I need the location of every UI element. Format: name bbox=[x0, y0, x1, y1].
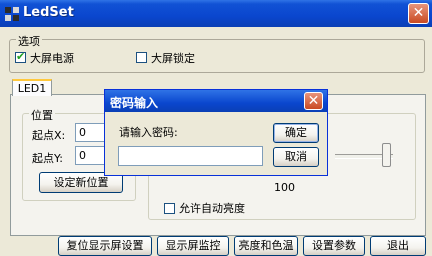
auto-brightness-label: 允许自动亮度 bbox=[179, 202, 245, 215]
big-screen-lock-label: 大屏锁定 bbox=[151, 52, 195, 65]
position-group-label: 位置 bbox=[29, 107, 55, 123]
big-screen-power-label: 大屏电源 bbox=[30, 52, 74, 65]
options-group-label: 选项 bbox=[16, 33, 42, 49]
password-dialog: 密码输入 ✕ 请输入密码: 确定 取消 bbox=[104, 89, 328, 176]
tab-led1[interactable]: LED1 bbox=[12, 79, 52, 96]
reset-display-button[interactable]: 复位显示屏设置 bbox=[58, 236, 152, 256]
start-x-input[interactable]: 0 bbox=[75, 123, 105, 142]
big-screen-lock-checkbox[interactable] bbox=[136, 52, 147, 63]
auto-brightness-checkbox[interactable] bbox=[164, 203, 175, 214]
check-icon: ✔ bbox=[16, 50, 26, 63]
window-title: LedSet bbox=[23, 5, 74, 20]
password-prompt: 请输入密码: bbox=[119, 126, 178, 139]
dialog-title: 密码输入 bbox=[110, 96, 159, 110]
window-close-button[interactable]: ✕ bbox=[408, 3, 429, 24]
brightness-slider-thumb[interactable] bbox=[382, 143, 391, 167]
start-y-input[interactable]: 0 bbox=[75, 146, 105, 165]
dialog-close-button[interactable]: ✕ bbox=[304, 92, 323, 110]
close-icon: ✕ bbox=[412, 5, 425, 21]
ok-button[interactable]: 确定 bbox=[273, 123, 319, 143]
close-icon: ✕ bbox=[307, 93, 320, 109]
password-input[interactable] bbox=[118, 146, 263, 166]
exit-button[interactable]: 退出 bbox=[370, 236, 426, 256]
start-x-label: 起点X: bbox=[32, 129, 66, 142]
big-screen-power-checkbox[interactable]: ✔ bbox=[15, 50, 26, 63]
start-y-label: 起点Y: bbox=[32, 152, 63, 165]
title-bar[interactable]: LedSet ✕ bbox=[0, 0, 432, 27]
set-parameters-button[interactable]: 设置参数 bbox=[303, 236, 365, 256]
cancel-button[interactable]: 取消 bbox=[273, 147, 319, 167]
dialog-title-bar[interactable]: 密码输入 ✕ bbox=[105, 90, 327, 112]
brightness-color-temp-button[interactable]: 亮度和色温 bbox=[234, 236, 298, 256]
brightness-value: 100 bbox=[274, 181, 295, 194]
display-monitor-button[interactable]: 显示屏监控 bbox=[157, 236, 229, 256]
app-icon bbox=[5, 7, 19, 21]
